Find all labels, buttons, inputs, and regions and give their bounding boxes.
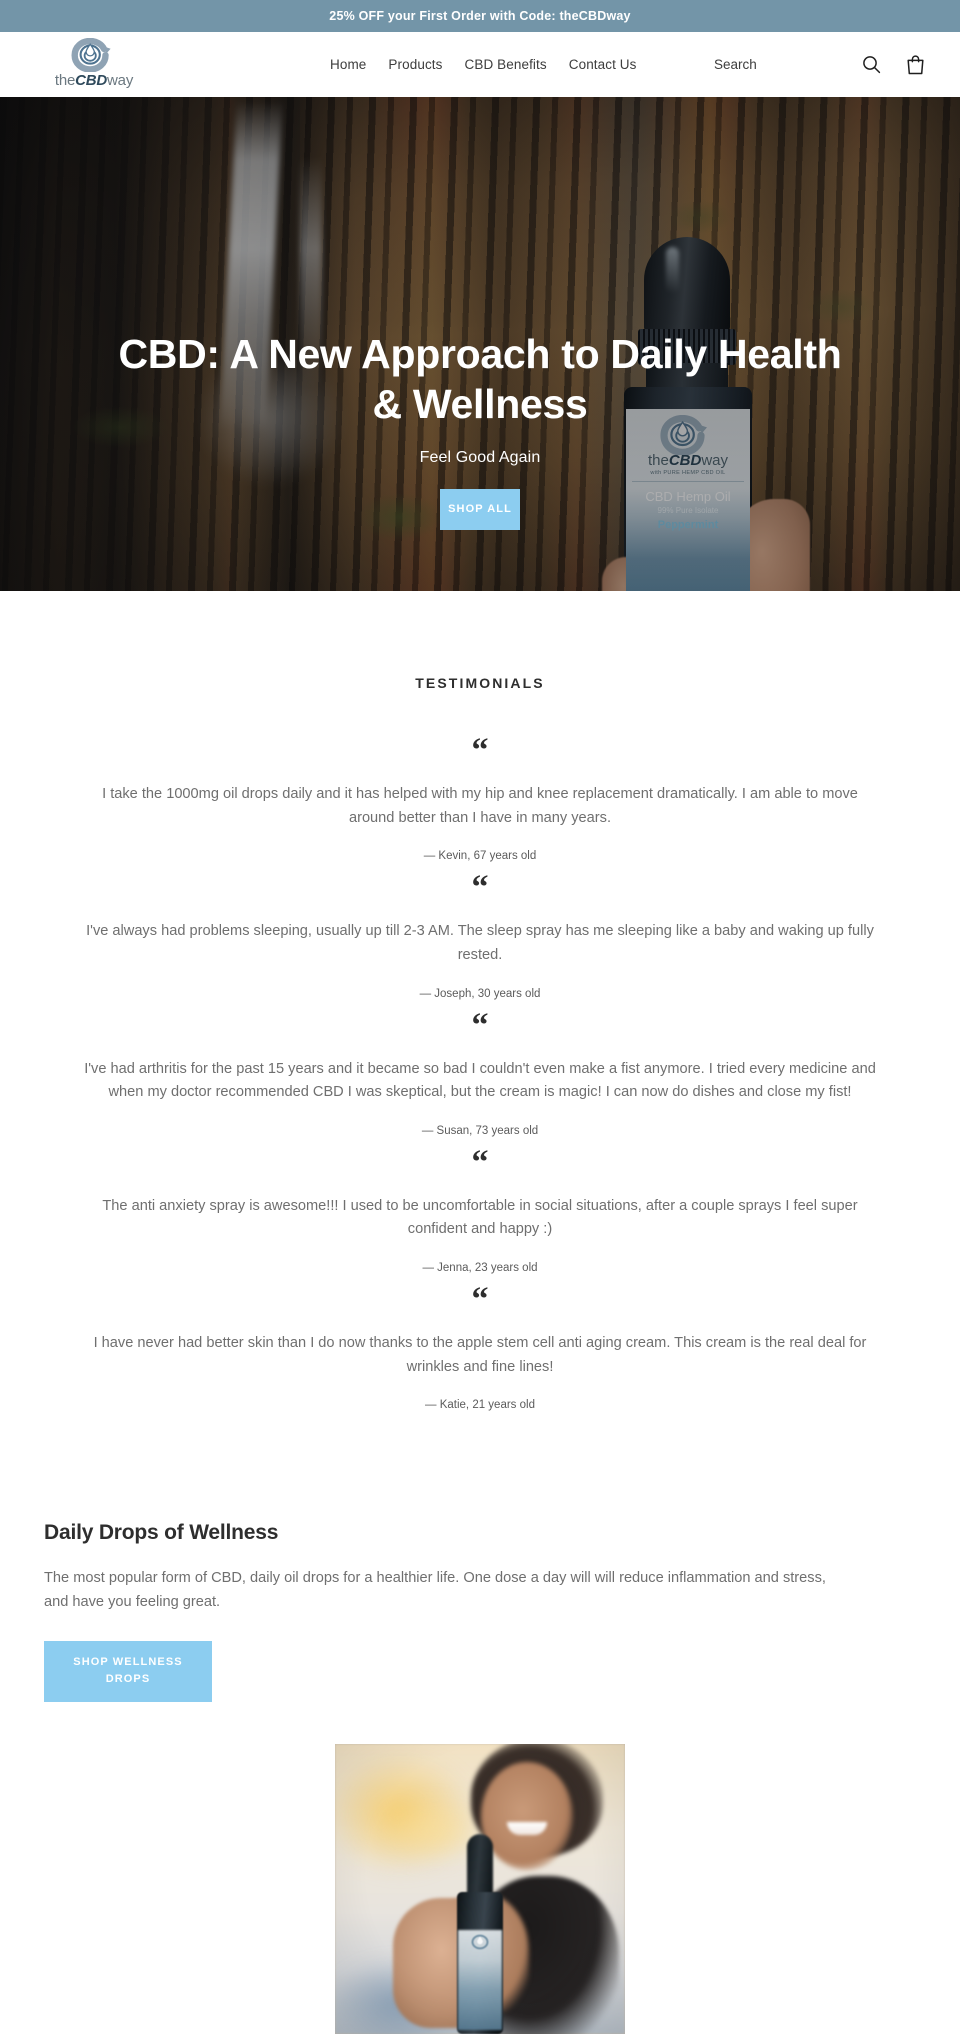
testimonial-quote: The anti anxiety spray is awesome!!! I u…	[102, 1197, 858, 1238]
quote-icon: “	[471, 869, 489, 907]
nav-item-cbd-benefits[interactable]: CBD Benefits	[465, 57, 547, 72]
quote-icon: “	[471, 1143, 489, 1181]
announcement-bar: 25% OFF your First Order with Code: theC…	[0, 0, 960, 32]
testimonial-quote: I've had arthritis for the past 15 years…	[84, 1060, 876, 1101]
testimonial-author: — Joseph, 30 years old	[419, 987, 541, 1000]
feature-title: Daily Drops of Wellness	[44, 1521, 279, 1545]
testimonial-quote: I've always had problems sleeping, usual…	[86, 923, 874, 963]
shopping-bag-icon[interactable]	[904, 54, 926, 76]
feature-image-vignette	[335, 1743, 625, 2034]
testimonial-item: “ I have never had better skin than I do…	[0, 1281, 960, 1412]
feature-content: Daily Drops of Wellness The most popular…	[44, 1521, 916, 1702]
hero-content: CBD: A New Approach to Daily Health & We…	[0, 97, 960, 591]
quote-icon: “	[471, 732, 489, 769]
main-navigation: Home Products CBD Benefits Contact Us	[330, 32, 637, 97]
cbd-swirl-droplet-logo-icon	[71, 38, 111, 72]
header-actions	[860, 32, 926, 97]
shop-all-button[interactable]: SHOP ALL	[440, 489, 520, 531]
testimonial-author: — Jenna, 23 years old	[422, 1262, 538, 1275]
logo-cbd: CBD	[75, 72, 108, 89]
testimonial-item: “ The anti anxiety spray is awesome!!! I…	[0, 1143, 960, 1275]
testimonial-author: — Susan, 73 years old	[421, 1124, 539, 1137]
testimonial-quote: I have never had better skin than I do n…	[93, 1335, 867, 1375]
site-logo[interactable]: theCBDway	[44, 38, 144, 88]
hero-title: CBD: A New Approach to Daily Health & We…	[118, 331, 842, 428]
site-logo-text: theCBDway	[55, 73, 133, 88]
shop-wellness-drops-button[interactable]: SHOP WELLNESS DROPS	[44, 1640, 212, 1702]
quote-icon: “	[471, 1006, 489, 1044]
testimonial-item: “ I've always had problems sleeping, usu…	[0, 869, 960, 1000]
testimonial-author: — Kevin, 67 years old	[423, 850, 537, 863]
feature-body: The most popular form of CBD, daily oil …	[44, 1570, 826, 1611]
nav-item-contact-us[interactable]: Contact Us	[569, 57, 637, 72]
testimonial-author: — Katie, 21 years old	[425, 1399, 535, 1412]
testimonial-quote: I take the 1000mg oil drops daily and it…	[102, 786, 858, 826]
testimonial-item: “ I've had arthritis for the past 15 yea…	[0, 1006, 960, 1137]
hero-section: theCBDway with PURE HEMP CBD OIL CBD Hem…	[0, 97, 960, 591]
testimonials-heading: TESTIMONIALS	[415, 675, 545, 691]
announcement-text: 25% OFF your First Order with Code: theC…	[329, 9, 631, 23]
feature-image-wrapper	[0, 1743, 960, 2034]
nav-item-home[interactable]: Home	[330, 57, 366, 72]
logo-the: the	[54, 72, 76, 89]
testimonial-item: “ I take the 1000mg oil drops daily and …	[0, 732, 960, 863]
search-link[interactable]: Search	[714, 32, 757, 97]
nav-item-products[interactable]: Products	[388, 57, 442, 72]
search-icon[interactable]	[860, 54, 882, 76]
testimonials-section: TESTIMONIALS “ I take the 1000mg oil dro…	[0, 591, 960, 1466]
feature-section: Daily Drops of Wellness The most popular…	[0, 1465, 960, 2034]
feature-image	[335, 1743, 625, 2034]
logo-way: way	[107, 72, 134, 89]
quote-icon: “	[471, 1281, 489, 1319]
hero-subtitle: Feel Good Again	[419, 449, 541, 467]
site-header: theCBDway Home Products CBD Benefits Con…	[0, 32, 960, 97]
